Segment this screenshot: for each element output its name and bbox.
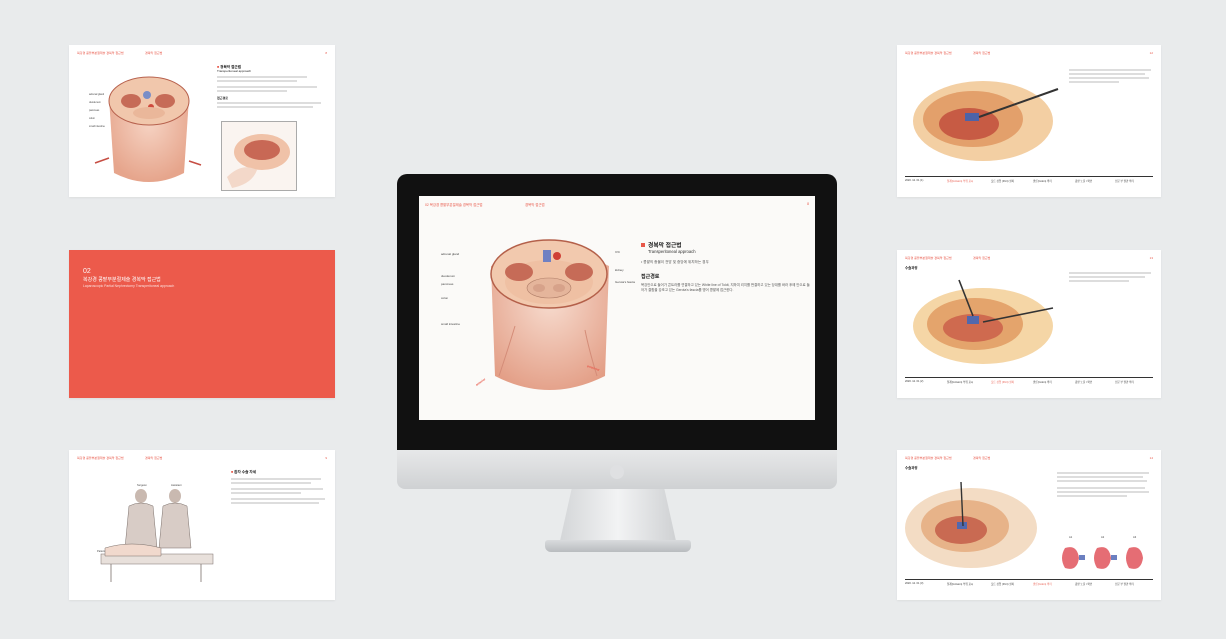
timeline-step: 콩팥 노출 / 확인 bbox=[1075, 583, 1093, 586]
timeline-step: 콜론(Colon) 박리 bbox=[1033, 180, 1052, 183]
screen-heading: 경복막 접근법 bbox=[641, 240, 811, 249]
timeline-step: 절개(Incision) 부위 표시 bbox=[947, 180, 974, 183]
slide-thumbnail-left-mid[interactable]: 02 복강경 콩팥부분절제술 경복막 접근법 Laparoscopic Part… bbox=[69, 250, 335, 398]
slide-header: 복강경 콩팥부분절제술 경복막 접근법 bbox=[905, 456, 952, 460]
timeline-step: 포트 삽입 (Port) 설치 bbox=[991, 381, 1014, 384]
screen-heading-en: Transperitoneal approach bbox=[648, 249, 696, 254]
slide-section: 경복막 접근법 bbox=[973, 51, 991, 55]
label-colon: colon bbox=[89, 117, 95, 120]
laparoscopic-surgery-illustration bbox=[905, 481, 1037, 568]
monitor-logo-icon bbox=[610, 465, 624, 479]
slide-section: 경복막 접근법 bbox=[973, 456, 991, 460]
slide-heading: 수술과정 bbox=[905, 266, 918, 270]
timeline-step: 포트 삽입 (Port) 설치 bbox=[991, 180, 1014, 183]
screen-paragraph: 복강안으로 들어가 콘트라를 연결하고 있는 White line of Tol… bbox=[641, 283, 810, 292]
laparoscopic-surgery-illustration bbox=[913, 279, 1054, 364]
slide-header: 복강경 콩팥부분절제술 경복막 접근법 bbox=[77, 51, 124, 55]
slide-thumbnail-right-mid[interactable]: 복강경 콩팥부분절제술 경복막 접근법 경복막 접근법 13 수술과정 2020… bbox=[897, 250, 1161, 398]
screen-page-number: 8 bbox=[807, 202, 809, 206]
timeline-step: 절개(Incision) 부위 표시 bbox=[947, 583, 974, 586]
slide-page-number: 13 bbox=[1149, 256, 1153, 260]
timeline-step: 신문 부 혈관 박리 bbox=[1115, 180, 1134, 183]
label-gerotas-fascia: Gerota's fascia bbox=[615, 280, 635, 284]
inset-illustration bbox=[221, 121, 297, 191]
label-pancreas: pancreas bbox=[441, 282, 454, 286]
surgical-position-illustration bbox=[100, 489, 214, 582]
slide-header: 복강경 콩팥부분절제술 경복막 접근법 bbox=[905, 51, 952, 55]
torso-cross-section-illustration bbox=[490, 239, 609, 390]
slide-thumbnail-left-bottom[interactable]: 복강경 콩팥부분절제술 경복막 접근법 경복막 접근법 9 Surgeon As… bbox=[69, 450, 335, 600]
slide-page-number: 12 bbox=[1149, 51, 1153, 55]
screen-section: 경복막 접근법 bbox=[525, 203, 545, 207]
screen-bullet: • 콩팥의 종물이 전방 및 중앙에 위치하는 경우 bbox=[641, 260, 709, 264]
label-small-intestine: small intestine bbox=[441, 322, 461, 326]
timeline-step: 콜론(Colon) 박리 bbox=[1033, 381, 1052, 384]
timeline-step: 2020. 12. 01 (1) bbox=[905, 179, 924, 182]
monitor-stand-neck bbox=[560, 489, 676, 541]
slide-header: 복강경 콩팥부분절제술 경복막 접근법 bbox=[905, 256, 952, 260]
screen-header: 02 복강경 콩팥부분절제술 경복막 접근법 bbox=[425, 203, 483, 207]
slide-page-number: 9 bbox=[325, 456, 327, 460]
label-patient: Patient bbox=[97, 550, 106, 553]
label-assistant: Assistant bbox=[171, 484, 182, 487]
torso-cross-section-illustration bbox=[94, 76, 202, 182]
slide-page-number: 8 bbox=[325, 51, 327, 55]
kidney-label: A2 bbox=[1101, 536, 1105, 539]
kidney-label: A1 bbox=[1069, 536, 1073, 539]
timeline-step: 신문 부 혈관 박리 bbox=[1115, 583, 1134, 586]
timeline-step: 2020. 12. 01 (2) bbox=[905, 380, 924, 383]
label-duodenum: duodenum bbox=[89, 101, 101, 104]
slide-page-number: 14 bbox=[1149, 456, 1153, 460]
laparoscopic-surgery-illustration bbox=[913, 81, 1059, 161]
slide-section: 경복막 접근법 bbox=[973, 256, 991, 260]
slide-heading: ■ 환자 수술 자세 bbox=[231, 470, 257, 474]
kidney-label: A3 bbox=[1133, 536, 1137, 539]
slide-thumbnail-right-top[interactable]: 복강경 콩팥부분절제술 경복막 접근법 경복막 접근법 12 2020. 12.… bbox=[897, 45, 1161, 197]
procedure-timeline: 2020. 12. 01 (2) 절개(Incision) 부위 표시 포트 삽… bbox=[905, 377, 1153, 388]
label-adrenal-gland: adrenal gland bbox=[441, 252, 460, 256]
chapter-title: 복강경 콩팥부분절제술 경복막 접근법 bbox=[83, 277, 161, 283]
slide-subheading: 접근경로 bbox=[217, 96, 229, 100]
label-duodenum: duodenum bbox=[441, 274, 456, 278]
timeline-step: 2020. 12. 01 (3) bbox=[905, 582, 924, 585]
monitor-screen-slide[interactable]: 02 복강경 콩팥부분절제술 경복막 접근법 경복막 접근법 8 adrenal… bbox=[419, 196, 815, 420]
kidney-resection-diagram bbox=[1062, 547, 1143, 569]
slide-thumbnail-right-bottom[interactable]: 복강경 콩팥부분절제술 경복막 접근법 경복막 접근법 14 수술과정 A1 A… bbox=[897, 450, 1161, 600]
timeline-step: 절개(Incision) 부위 표시 bbox=[947, 381, 974, 384]
monitor-stand-base bbox=[545, 540, 691, 552]
label-kidney: kidney bbox=[615, 268, 624, 272]
procedure-timeline: 2020. 12. 01 (3) 절개(Incision) 부위 표시 포트 삽… bbox=[905, 579, 1153, 590]
timeline-step: 신문 부 혈관 박리 bbox=[1115, 381, 1134, 384]
timeline-step: 콩팥 노출 / 확인 bbox=[1075, 381, 1093, 384]
slide-thumbnail-left-top[interactable]: 복강경 콩팥부분절제술 경복막 접근법 경복막 접근법 8 adrenal gl… bbox=[69, 45, 335, 197]
label-surgeon: Surgeon bbox=[137, 484, 147, 487]
slide-heading-en: Transperitoneal approach bbox=[217, 69, 252, 73]
timeline-step: 콜론(Colon) 박리 bbox=[1033, 583, 1052, 586]
chapter-number: 02 bbox=[83, 268, 91, 275]
screen-subheading: 접근경로 bbox=[641, 274, 660, 280]
timeline-step: 포트 삽입 (Port) 설치 bbox=[991, 583, 1014, 586]
label-small-intestine: small intestine bbox=[89, 125, 105, 128]
slide-section: 경복막 접근법 bbox=[145, 51, 163, 55]
procedure-timeline: 2020. 12. 01 (1) 절개(Incision) 부위 표시 포트 삽… bbox=[905, 176, 1153, 187]
slide-header: 복강경 콩팥부분절제술 경복막 접근법 bbox=[77, 456, 124, 460]
label-ivc: IVC bbox=[615, 250, 621, 254]
timeline-step: 콩팥 노출 / 확인 bbox=[1075, 180, 1093, 183]
label-colon: colon bbox=[441, 296, 449, 300]
chapter-subtitle: Laparoscopic Partial Nephrectomy Transpe… bbox=[83, 284, 175, 288]
slide-section: 경복막 접근법 bbox=[145, 456, 163, 460]
desktop-monitor: 02 복강경 콩팥부분절제술 경복막 접근법 경복막 접근법 8 adrenal… bbox=[397, 174, 837, 489]
label-pancreas: pancreas bbox=[89, 109, 100, 112]
label-adrenal-gland: adrenal gland bbox=[89, 93, 105, 96]
slide-heading: 수술과정 bbox=[905, 466, 918, 470]
